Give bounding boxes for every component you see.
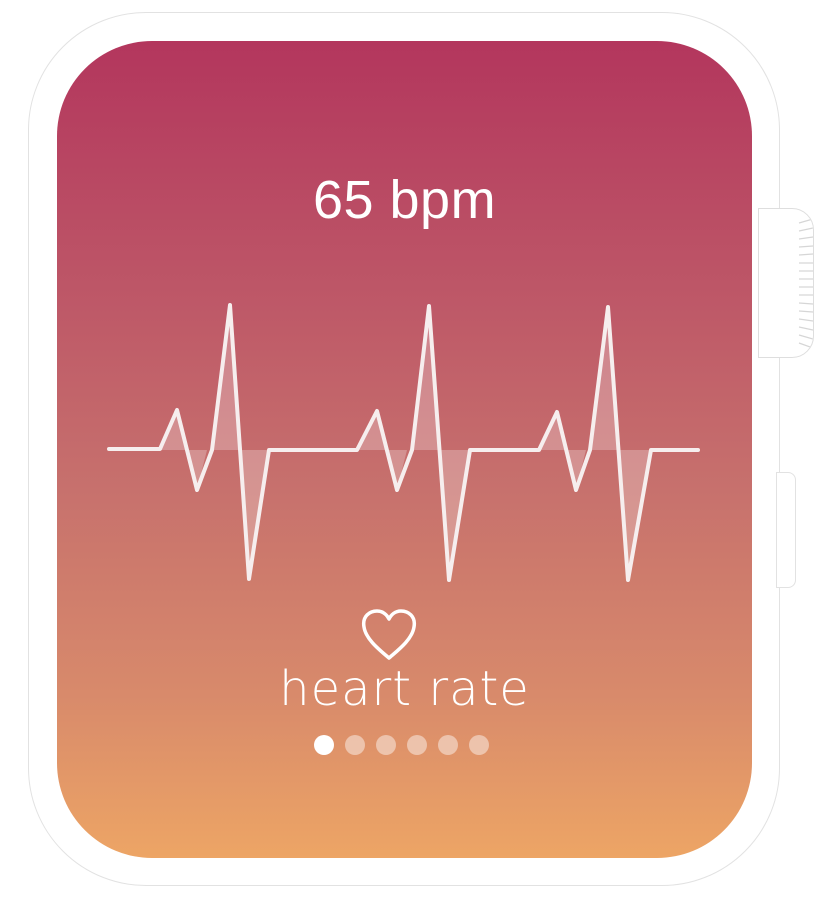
page-dot[interactable] xyxy=(345,735,365,755)
page-dot[interactable] xyxy=(438,735,458,755)
page-dot[interactable] xyxy=(314,735,334,755)
side-button[interactable] xyxy=(776,472,796,588)
page-dot[interactable] xyxy=(407,735,427,755)
heart-rate-label: heart rate xyxy=(279,661,530,717)
page-dot[interactable] xyxy=(376,735,396,755)
page-dot[interactable] xyxy=(469,735,489,755)
heart-outline-icon xyxy=(361,609,417,660)
page-indicator[interactable] xyxy=(314,735,489,755)
watch-screen: 65 bpm heart rate xyxy=(57,41,752,858)
digital-crown[interactable] xyxy=(758,208,814,358)
